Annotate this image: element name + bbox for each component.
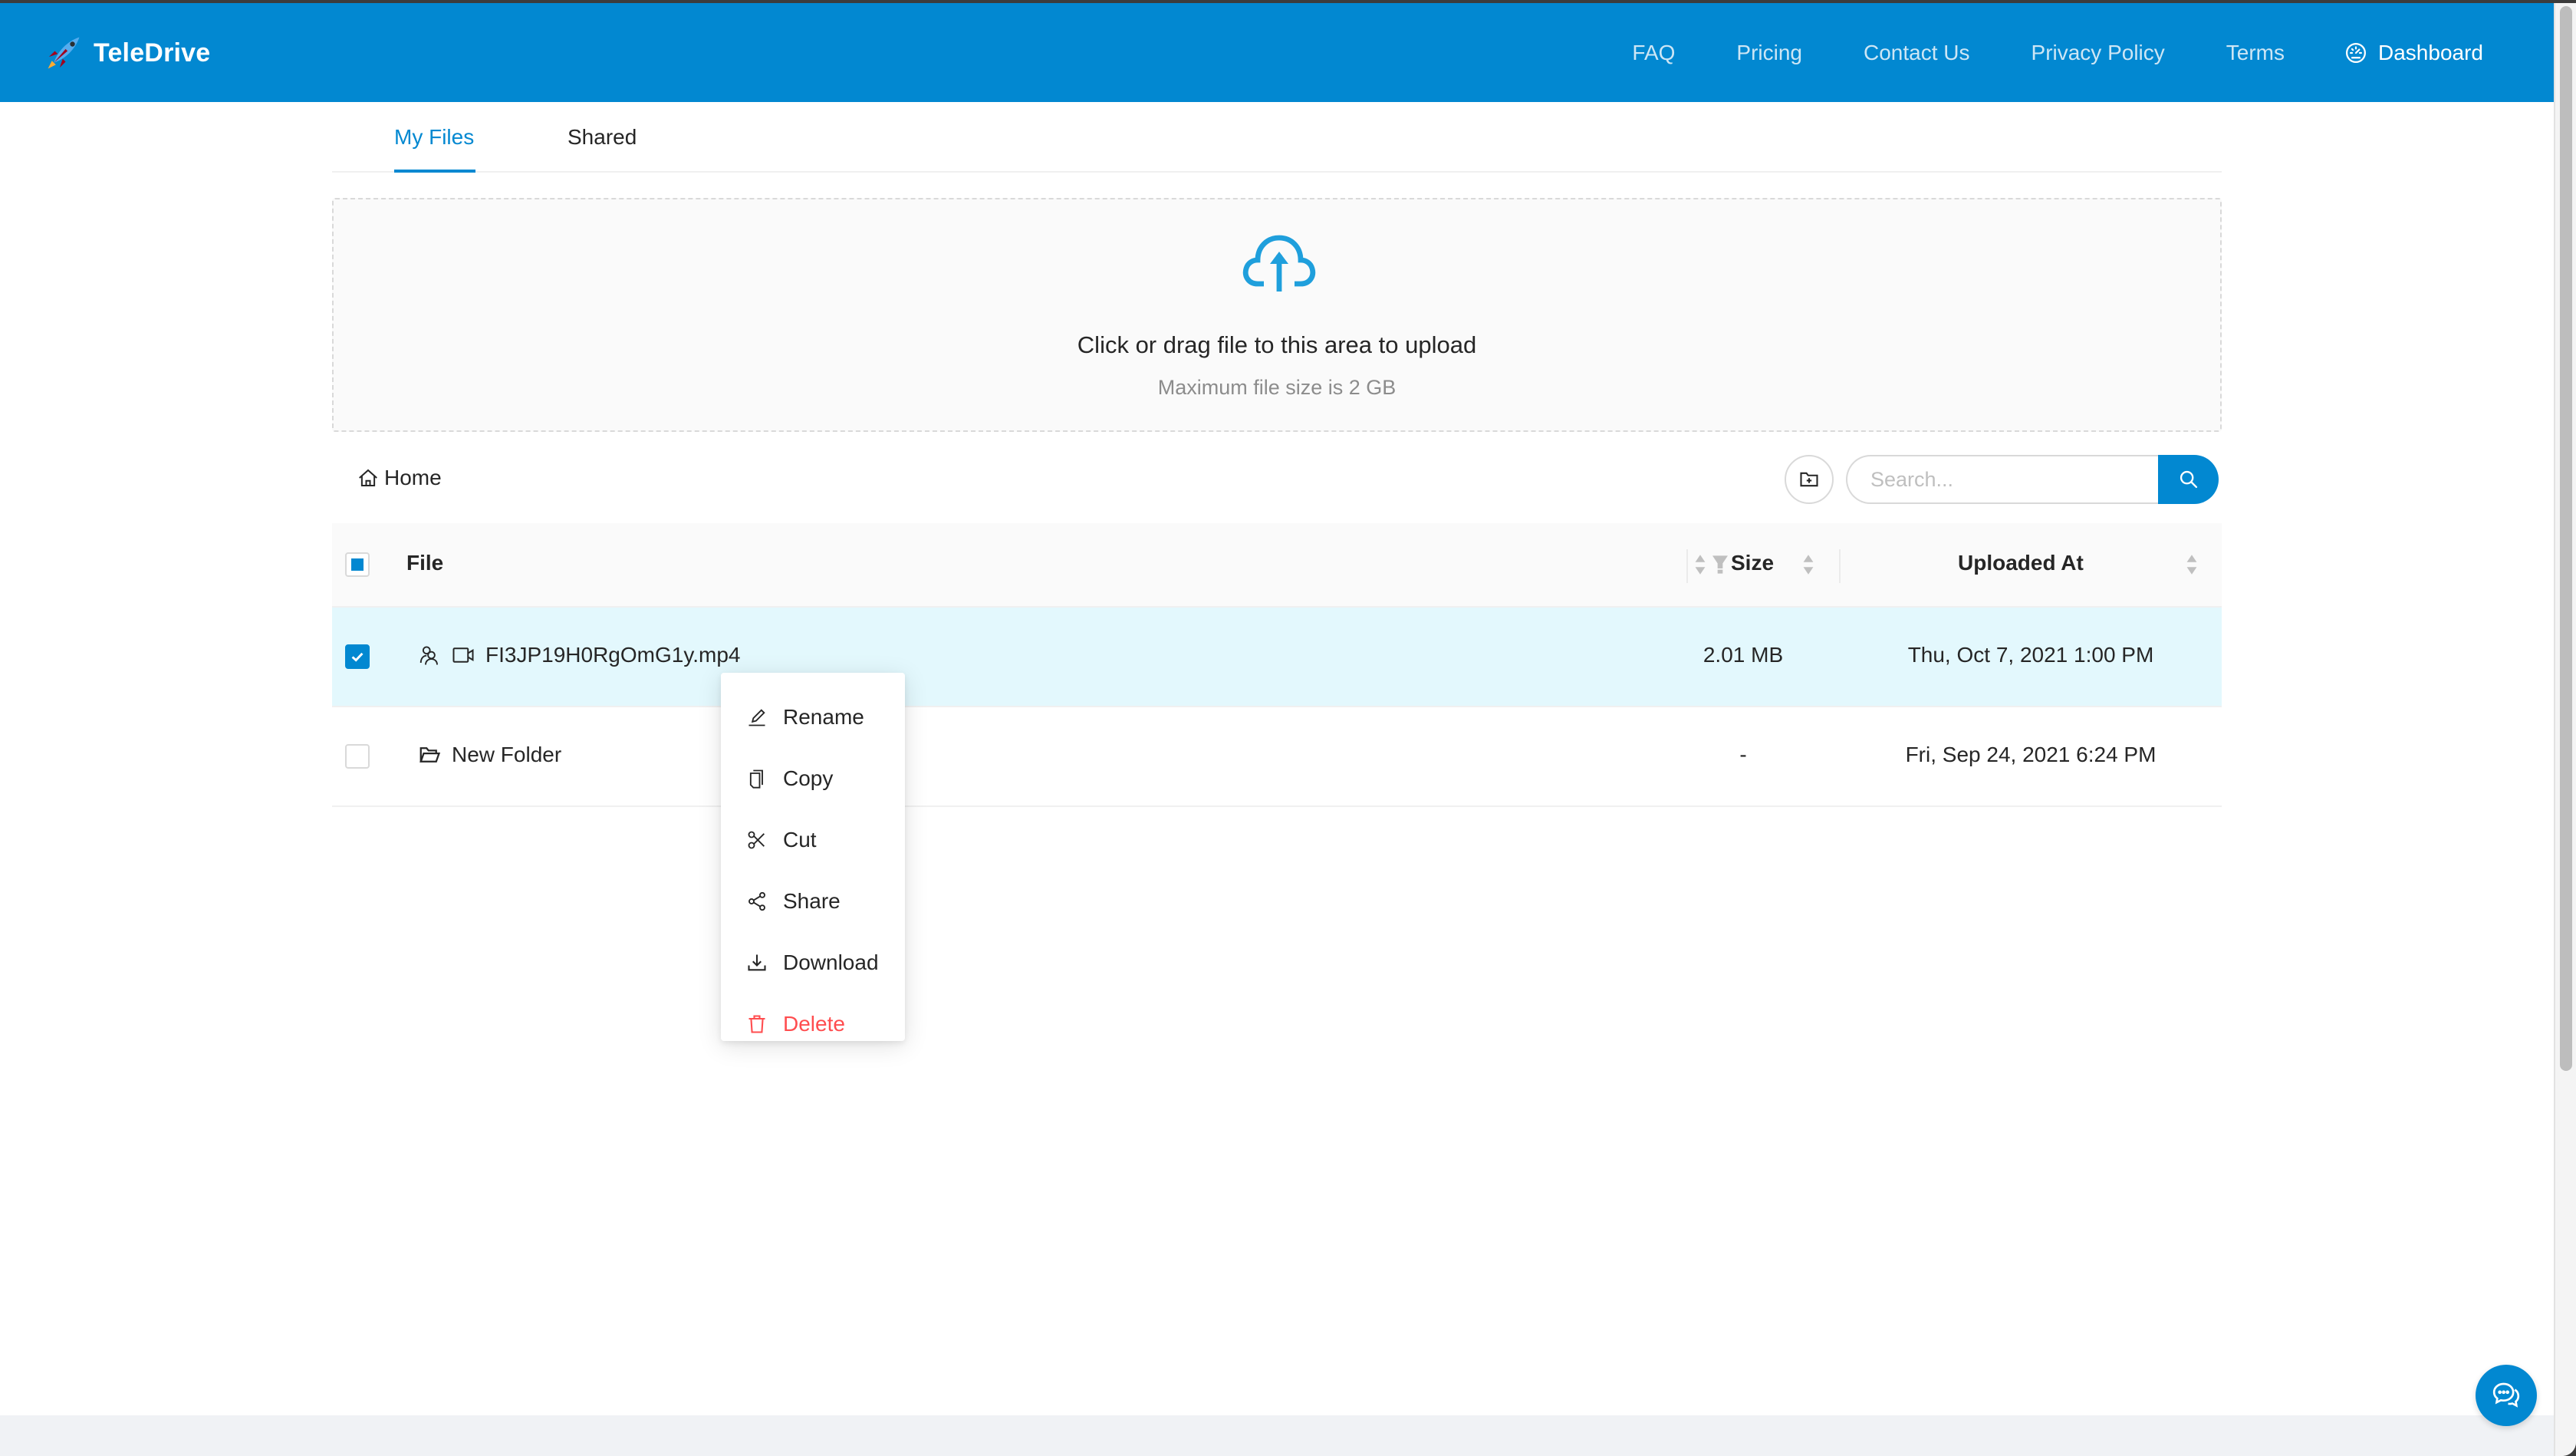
share-icon bbox=[748, 891, 765, 911]
file-toolbar: Home bbox=[332, 453, 2222, 504]
file-name-cell: FI3JP19H0RgOmG1y.mp4 bbox=[418, 643, 741, 667]
browser-viewport: TeleDrive FAQ Pricing Contact Us Privacy… bbox=[0, 3, 2576, 1456]
menu-item-rename[interactable]: Rename bbox=[721, 687, 905, 748]
rocket-logo-icon bbox=[48, 37, 80, 69]
file-size: - bbox=[1739, 743, 1747, 766]
context-menu: Rename Copy Cut Share Download Delete bbox=[721, 673, 905, 1041]
sort-uploaded-icon[interactable] bbox=[2186, 552, 2198, 577]
table-row[interactable]: FI3JP19H0RgOmG1y.mp4 2.01 MB Thu, Oct 7,… bbox=[332, 608, 2222, 707]
file-name-cell: New Folder bbox=[418, 743, 561, 767]
tab-bar: My Files Shared bbox=[332, 102, 2222, 173]
upload-title: Click or drag file to this area to uploa… bbox=[1077, 331, 1477, 358]
download-icon bbox=[748, 954, 766, 971]
scrollbar-thumb[interactable] bbox=[2560, 6, 2572, 1071]
filter-file-icon[interactable] bbox=[1712, 555, 1728, 574]
chat-icon bbox=[2492, 1382, 2520, 1408]
column-divider bbox=[1686, 549, 1688, 583]
table-row[interactable]: New Folder - Fri, Sep 24, 2021 6:24 PM bbox=[332, 707, 2222, 807]
folder-add-icon bbox=[1800, 472, 1818, 487]
nav-dashboard[interactable]: Dashboard bbox=[2344, 41, 2483, 65]
menu-item-download[interactable]: Download bbox=[721, 932, 905, 993]
table-header: File Size Uploaded At bbox=[332, 523, 2222, 608]
nav-pricing[interactable]: Pricing bbox=[1736, 41, 1802, 65]
scissor-icon bbox=[748, 831, 765, 849]
menu-item-label: Copy bbox=[783, 766, 834, 790]
shared-users-icon bbox=[419, 646, 438, 665]
brand-name: TeleDrive bbox=[94, 38, 211, 68]
row-checkbox[interactable] bbox=[345, 644, 370, 669]
file-name[interactable]: New Folder bbox=[452, 743, 561, 767]
sort-file-icon[interactable] bbox=[1694, 552, 1706, 577]
column-uploaded-at[interactable]: Uploaded At bbox=[1958, 551, 2084, 575]
files-table: File Size Uploaded At FI3JP19H0RgOmG1y.m… bbox=[332, 523, 2222, 807]
sort-size-icon[interactable] bbox=[1802, 552, 1814, 577]
vertical-scrollbar[interactable] bbox=[2554, 3, 2576, 1456]
upload-dropzone[interactable]: Click or drag file to this area to uploa… bbox=[332, 198, 2222, 432]
folder-open-icon bbox=[419, 747, 441, 763]
brand[interactable]: TeleDrive bbox=[46, 34, 210, 72]
breadcrumb-home[interactable]: Home bbox=[384, 466, 442, 490]
tab-shared[interactable]: Shared bbox=[568, 125, 637, 150]
video-file-icon bbox=[452, 647, 474, 663]
column-file[interactable]: File bbox=[406, 551, 443, 575]
search-button[interactable] bbox=[2158, 455, 2219, 504]
tab-my-files[interactable]: My Files bbox=[394, 125, 474, 150]
select-all-checkbox[interactable] bbox=[345, 552, 370, 577]
file-uploaded-at: Thu, Oct 7, 2021 1:00 PM bbox=[1907, 643, 2154, 667]
menu-item-label: Share bbox=[783, 889, 841, 913]
chat-support-button[interactable] bbox=[2476, 1365, 2537, 1426]
row-checkbox[interactable] bbox=[345, 744, 370, 769]
main-nav: FAQ Pricing Contact Us Privacy Policy Te… bbox=[1571, 34, 2483, 72]
upload-hint: Maximum file size is 2 GB bbox=[1157, 376, 1397, 399]
active-tab-indicator bbox=[394, 170, 475, 173]
nav-faq[interactable]: FAQ bbox=[1632, 41, 1675, 65]
menu-item-label: Rename bbox=[783, 705, 864, 729]
nav-contact-us[interactable]: Contact Us bbox=[1864, 41, 1970, 65]
nav-terms[interactable]: Terms bbox=[2226, 41, 2285, 65]
dashboard-icon bbox=[2346, 43, 2367, 63]
column-size[interactable]: Size bbox=[1731, 551, 1774, 575]
menu-item-copy[interactable]: Copy bbox=[721, 748, 905, 809]
copy-icon bbox=[749, 769, 763, 789]
breadcrumb[interactable]: Home bbox=[357, 466, 442, 490]
menu-item-cut[interactable]: Cut bbox=[721, 809, 905, 871]
column-divider bbox=[1839, 549, 1841, 583]
nav-privacy-policy[interactable]: Privacy Policy bbox=[2032, 41, 2165, 65]
home-icon bbox=[359, 469, 377, 486]
nav-dashboard-label: Dashboard bbox=[2378, 41, 2483, 64]
menu-item-label: Delete bbox=[783, 1012, 845, 1036]
menu-item-label: Cut bbox=[783, 828, 817, 852]
top-navbar: TeleDrive FAQ Pricing Contact Us Privacy… bbox=[0, 3, 2554, 102]
delete-icon bbox=[748, 1015, 765, 1033]
file-name[interactable]: FI3JP19H0RgOmG1y.mp4 bbox=[485, 643, 741, 667]
page-footer bbox=[0, 1415, 2554, 1456]
cloud-upload-icon bbox=[1242, 235, 1316, 292]
menu-item-delete[interactable]: Delete bbox=[721, 993, 905, 1055]
search-icon bbox=[2180, 470, 2197, 489]
file-uploaded-at: Fri, Sep 24, 2021 6:24 PM bbox=[1905, 743, 2157, 766]
menu-item-share[interactable]: Share bbox=[721, 871, 905, 932]
file-manager: My Files Shared Click or drag file to th… bbox=[332, 102, 2222, 807]
new-folder-button[interactable] bbox=[1785, 455, 1834, 504]
menu-item-label: Download bbox=[783, 950, 879, 974]
edit-icon bbox=[748, 709, 765, 726]
file-size: 2.01 MB bbox=[1703, 643, 1784, 667]
search-input[interactable] bbox=[1846, 455, 2159, 504]
checkmark-icon bbox=[351, 652, 364, 662]
